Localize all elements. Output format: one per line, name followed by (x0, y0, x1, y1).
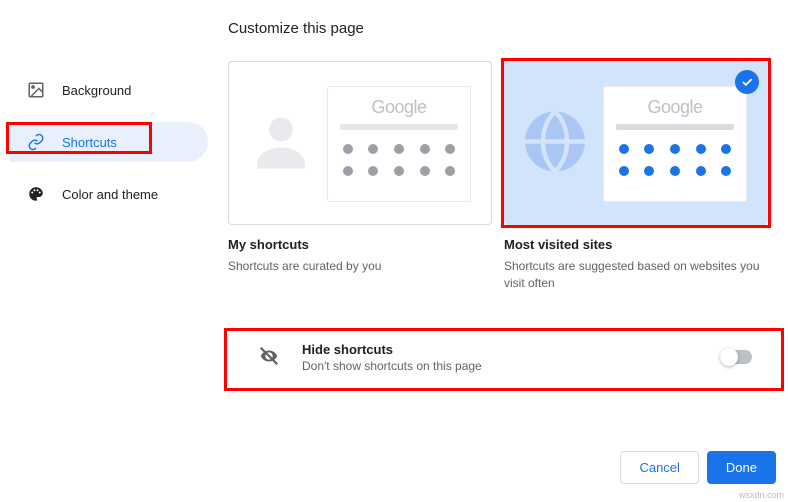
option-most-visited[interactable]: Google Most visited sites (504, 61, 768, 292)
option-my-shortcuts[interactable]: Google My shortcuts Shortcuts are curate… (228, 61, 492, 292)
sidebar-item-background[interactable]: Background (10, 70, 208, 110)
toggle-knob (720, 348, 738, 366)
sidebar-item-label: Background (62, 83, 131, 98)
sidebar-item-label: Shortcuts (62, 135, 117, 150)
google-logo: Google (340, 97, 458, 118)
hide-desc: Don't show shortcuts on this page (302, 359, 720, 373)
search-bar-preview (340, 124, 458, 130)
check-icon (735, 70, 759, 94)
option-desc: Shortcuts are curated by you (228, 258, 492, 275)
globe-icon (519, 106, 591, 181)
sidebar: Background Shortcuts Color and theme (10, 20, 208, 383)
sidebar-item-label: Color and theme (62, 187, 158, 202)
preview-card: Google (603, 86, 747, 202)
watermark: wsxdn.com (739, 490, 784, 500)
option-card[interactable]: Google (228, 61, 492, 225)
option-title: My shortcuts (228, 237, 492, 252)
hide-shortcuts-toggle[interactable] (720, 350, 752, 364)
search-bar-preview (616, 124, 734, 130)
option-title: Most visited sites (504, 237, 768, 252)
hide-title: Hide shortcuts (302, 342, 720, 357)
image-icon (26, 80, 46, 100)
palette-icon (26, 184, 46, 204)
page-title: Customize this page (228, 20, 768, 37)
sidebar-item-shortcuts[interactable]: Shortcuts (10, 122, 208, 162)
sidebar-item-color-theme[interactable]: Color and theme (10, 174, 208, 214)
hide-shortcuts-row: Hide shortcuts Don't show shortcuts on t… (228, 332, 768, 383)
person-icon (245, 106, 317, 181)
option-card[interactable]: Google (504, 61, 768, 225)
preview-card: Google (327, 86, 471, 202)
cancel-button[interactable]: Cancel (620, 451, 698, 484)
shortcut-options: Google My shortcuts Shortcuts are curate… (228, 61, 768, 292)
done-button[interactable]: Done (707, 451, 776, 484)
google-logo: Google (616, 97, 734, 118)
dialog-footer: Cancel Done (620, 451, 776, 484)
option-desc: Shortcuts are suggested based on website… (504, 258, 768, 292)
link-icon (26, 132, 46, 152)
main-panel: Customize this page Google (208, 20, 778, 383)
visibility-off-icon (258, 345, 280, 370)
